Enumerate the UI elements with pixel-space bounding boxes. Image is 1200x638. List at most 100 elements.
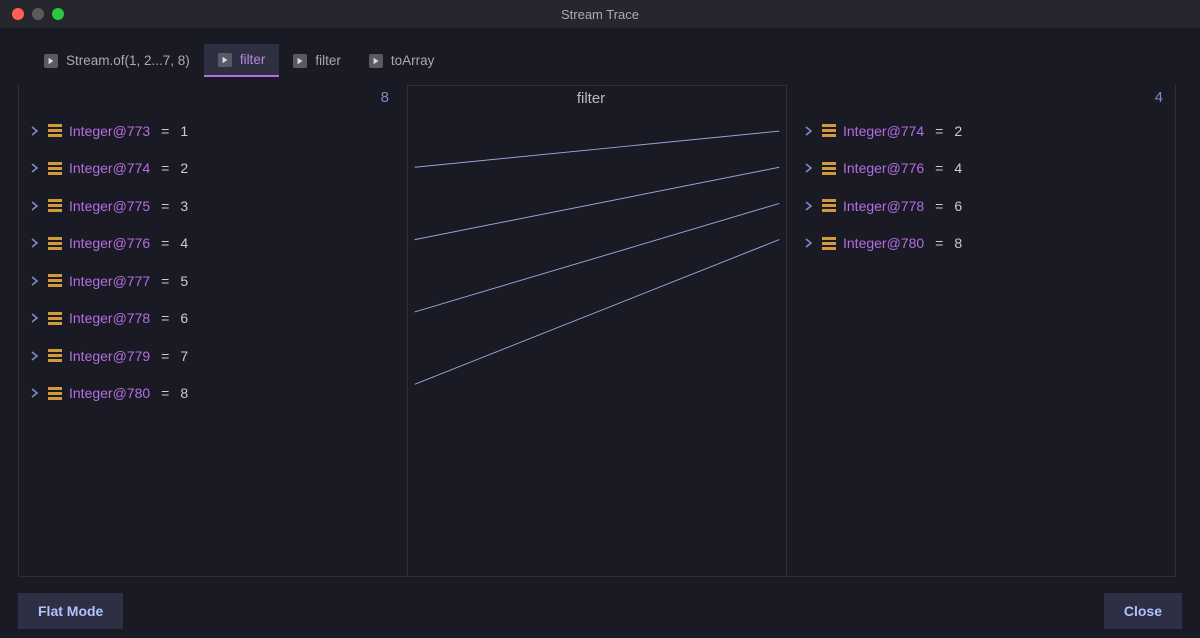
object-name: Integer@779: [69, 348, 150, 364]
input-item[interactable]: Integer@775 = 3: [31, 187, 401, 225]
output-item[interactable]: Integer@778 = 6: [805, 187, 1175, 225]
object-name: Integer@780: [69, 385, 150, 401]
object-value: 5: [180, 273, 188, 289]
stream-stage-tabs: Stream.of(1, 2...7, 8) filter filter toArra…: [0, 28, 1200, 77]
input-column: 8 Integer@773 = 1 Integer@774 = 2 Intege…: [18, 85, 408, 577]
object-value: 7: [180, 348, 188, 364]
object-value: 8: [180, 385, 188, 401]
expand-icon[interactable]: [805, 123, 815, 139]
expand-icon[interactable]: [31, 235, 41, 251]
tab-0[interactable]: Stream.of(1, 2...7, 8): [30, 44, 204, 77]
object-value: 8: [954, 235, 962, 251]
equals-sign: =: [931, 160, 947, 176]
expand-icon[interactable]: [31, 123, 41, 139]
window-title: Stream Trace: [0, 7, 1200, 22]
object-name: Integer@778: [69, 310, 150, 326]
input-item[interactable]: Integer@780 = 8: [31, 375, 401, 413]
equals-sign: =: [931, 123, 947, 139]
operation-label: filter: [408, 86, 786, 113]
tab-label: filter: [315, 53, 341, 68]
object-value: 6: [180, 310, 188, 326]
object-icon: [822, 199, 836, 212]
object-icon: [48, 312, 62, 325]
object-icon: [822, 124, 836, 137]
object-value: 4: [954, 160, 962, 176]
input-item[interactable]: Integer@774 = 2: [31, 150, 401, 188]
window-zoom-button[interactable]: [52, 8, 64, 20]
object-name: Integer@774: [69, 160, 150, 176]
object-icon: [48, 237, 62, 250]
object-icon: [48, 162, 62, 175]
input-item[interactable]: Integer@776 = 4: [31, 225, 401, 263]
object-value: 1: [180, 123, 188, 139]
object-icon: [822, 237, 836, 250]
expand-icon[interactable]: [31, 273, 41, 289]
object-icon: [48, 274, 62, 287]
object-name: Integer@776: [843, 160, 924, 176]
expand-icon[interactable]: [805, 160, 815, 176]
object-icon: [48, 124, 62, 137]
equals-sign: =: [931, 235, 947, 251]
traffic-lights: [0, 8, 64, 20]
object-value: 6: [954, 198, 962, 214]
play-icon: [293, 54, 307, 68]
window-close-button[interactable]: [12, 8, 24, 20]
object-name: Integer@775: [69, 198, 150, 214]
output-item[interactable]: Integer@776 = 4: [805, 150, 1175, 188]
tab-3[interactable]: toArray: [355, 44, 449, 77]
trace-content: 8 Integer@773 = 1 Integer@774 = 2 Intege…: [0, 77, 1200, 585]
play-icon: [369, 54, 383, 68]
expand-icon[interactable]: [31, 310, 41, 326]
equals-sign: =: [931, 198, 947, 214]
equals-sign: =: [157, 123, 173, 139]
mapping-lines: [408, 86, 786, 576]
object-icon: [48, 349, 62, 362]
object-value: 3: [180, 198, 188, 214]
expand-icon[interactable]: [31, 198, 41, 214]
tab-label: toArray: [391, 53, 435, 68]
operation-column: filter: [408, 85, 786, 577]
input-item[interactable]: Integer@773 = 1: [31, 112, 401, 150]
equals-sign: =: [157, 348, 173, 364]
titlebar: Stream Trace: [0, 0, 1200, 28]
input-item[interactable]: Integer@778 = 6: [31, 300, 401, 338]
equals-sign: =: [157, 385, 173, 401]
expand-icon[interactable]: [31, 160, 41, 176]
object-name: Integer@778: [843, 198, 924, 214]
equals-sign: =: [157, 235, 173, 251]
equals-sign: =: [157, 310, 173, 326]
output-count: 4: [805, 85, 1175, 112]
object-value: 2: [180, 160, 188, 176]
object-name: Integer@776: [69, 235, 150, 251]
input-item[interactable]: Integer@779 = 7: [31, 337, 401, 375]
expand-icon[interactable]: [805, 198, 815, 214]
close-button[interactable]: Close: [1104, 593, 1182, 629]
object-name: Integer@780: [843, 235, 924, 251]
flat-mode-button[interactable]: Flat Mode: [18, 593, 123, 629]
equals-sign: =: [157, 198, 173, 214]
output-item[interactable]: Integer@774 = 2: [805, 112, 1175, 150]
input-item[interactable]: Integer@777 = 5: [31, 262, 401, 300]
tab-1[interactable]: filter: [204, 44, 280, 77]
play-icon: [44, 54, 58, 68]
tab-label: filter: [240, 52, 266, 67]
play-icon: [218, 53, 232, 67]
output-column: 4 Integer@774 = 2 Integer@776 = 4 Intege…: [786, 85, 1176, 577]
tab-label: Stream.of(1, 2...7, 8): [66, 53, 190, 68]
window-minimize-button[interactable]: [32, 8, 44, 20]
expand-icon[interactable]: [31, 385, 41, 401]
object-icon: [822, 162, 836, 175]
dialog-footer: Flat Mode Close: [0, 584, 1200, 638]
output-item[interactable]: Integer@780 = 8: [805, 225, 1175, 263]
object-name: Integer@777: [69, 273, 150, 289]
object-name: Integer@774: [843, 123, 924, 139]
object-icon: [48, 387, 62, 400]
expand-icon[interactable]: [31, 348, 41, 364]
tab-2[interactable]: filter: [279, 44, 355, 77]
equals-sign: =: [157, 273, 173, 289]
expand-icon[interactable]: [805, 235, 815, 251]
object-value: 4: [180, 235, 188, 251]
object-name: Integer@773: [69, 123, 150, 139]
equals-sign: =: [157, 160, 173, 176]
object-value: 2: [954, 123, 962, 139]
